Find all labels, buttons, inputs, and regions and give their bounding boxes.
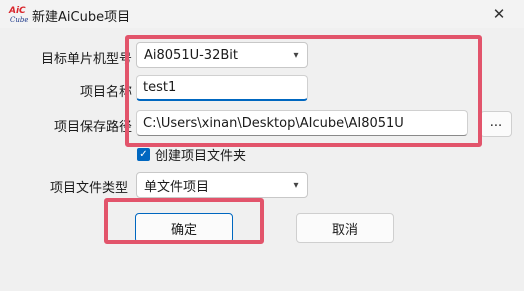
create-folder-option[interactable]: ✓ 创建项目文件夹 — [137, 145, 247, 164]
title-bar: AiC Cube 新建AiCube项目 ✕ — [0, 0, 524, 28]
svg-text:AiC: AiC — [8, 6, 26, 16]
window-title: 新建AiCube项目 — [32, 10, 131, 25]
file-type-select[interactable]: 单文件项目 ▾ — [136, 172, 308, 198]
mcu-model-label: 目标单片机型号 — [40, 52, 132, 67]
save-path-input[interactable]: C:\Users\xinan\Desktop\AIcube\AI8051U — [136, 110, 468, 136]
chevron-down-icon: ▾ — [293, 179, 299, 191]
mcu-model-select[interactable]: Ai8051U-32Bit ▾ — [136, 42, 308, 68]
project-name-value: test1 — [143, 80, 177, 95]
svg-text:Cube: Cube — [10, 16, 28, 24]
browse-button[interactable]: ... — [480, 111, 512, 137]
project-name-input[interactable]: test1 — [136, 75, 308, 101]
create-folder-checkbox[interactable]: ✓ — [137, 147, 150, 161]
cancel-button[interactable]: 取消 — [296, 213, 394, 243]
close-icon: ✕ — [492, 5, 506, 23]
file-type-value: 单文件项目 — [144, 179, 210, 195]
check-icon: ✓ — [139, 148, 148, 160]
aicube-logo-icon: AiC Cube — [8, 6, 28, 24]
save-path-value: C:\Users\xinan\Desktop\AIcube\AI8051U — [143, 115, 404, 131]
save-path-label: 项目保存路径 — [53, 120, 132, 135]
new-project-dialog: AiC Cube 新建AiCube项目 ✕ 目标单片机型号 Ai8051U-32… — [0, 0, 524, 291]
ok-button[interactable]: 确定 — [135, 213, 233, 243]
mcu-model-value: Ai8051U-32Bit — [144, 47, 238, 63]
project-name-label: 项目名称 — [79, 85, 132, 100]
close-button[interactable]: ✕ — [474, 0, 524, 28]
file-type-label: 项目文件类型 — [49, 181, 128, 196]
chevron-down-icon: ▾ — [293, 49, 299, 61]
create-folder-label: 创建项目文件夹 — [155, 148, 247, 164]
